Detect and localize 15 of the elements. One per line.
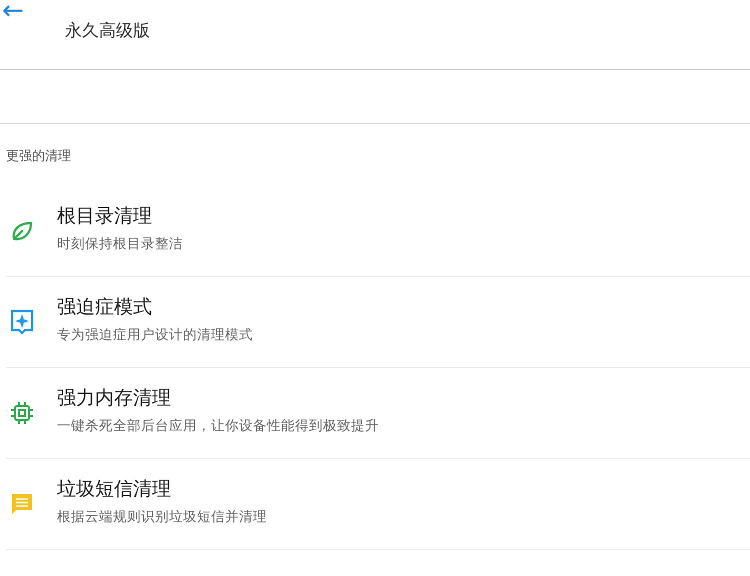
- feature-description: 时刻保持根目录整洁: [57, 235, 183, 253]
- feature-title: 根目录清理: [57, 204, 153, 229]
- feature-description: 专为强迫症用户设计的清理模式: [57, 326, 253, 344]
- feature-row[interactable]: 根目录清理 时刻保持根目录整洁: [6, 186, 750, 276]
- feature-row[interactable]: 垃圾短信清理 根据云端规则识别垃圾短信并清理: [6, 459, 750, 549]
- back-button[interactable]: ←: [0, 0, 26, 26]
- section-label: 更强的清理: [6, 149, 71, 164]
- feature-description: 一键杀死全部后台应用，让你设备性能得到极致提升: [57, 417, 379, 435]
- feature-description: 根据云端规则识别垃圾短信并清理: [57, 508, 267, 526]
- feature-title: 强力内存清理: [57, 386, 172, 411]
- feature-row[interactable]: 强力内存清理 一键杀死全部后台应用，让你设备性能得到极致提升: [6, 368, 750, 458]
- feature-title: 垃圾短信清理: [57, 477, 172, 502]
- feature-title: 强迫症模式: [57, 295, 153, 320]
- page-title: 永久高级版: [65, 20, 150, 42]
- feature-row[interactable]: 强迫症模式 专为强迫症用户设计的清理模式: [6, 277, 750, 367]
